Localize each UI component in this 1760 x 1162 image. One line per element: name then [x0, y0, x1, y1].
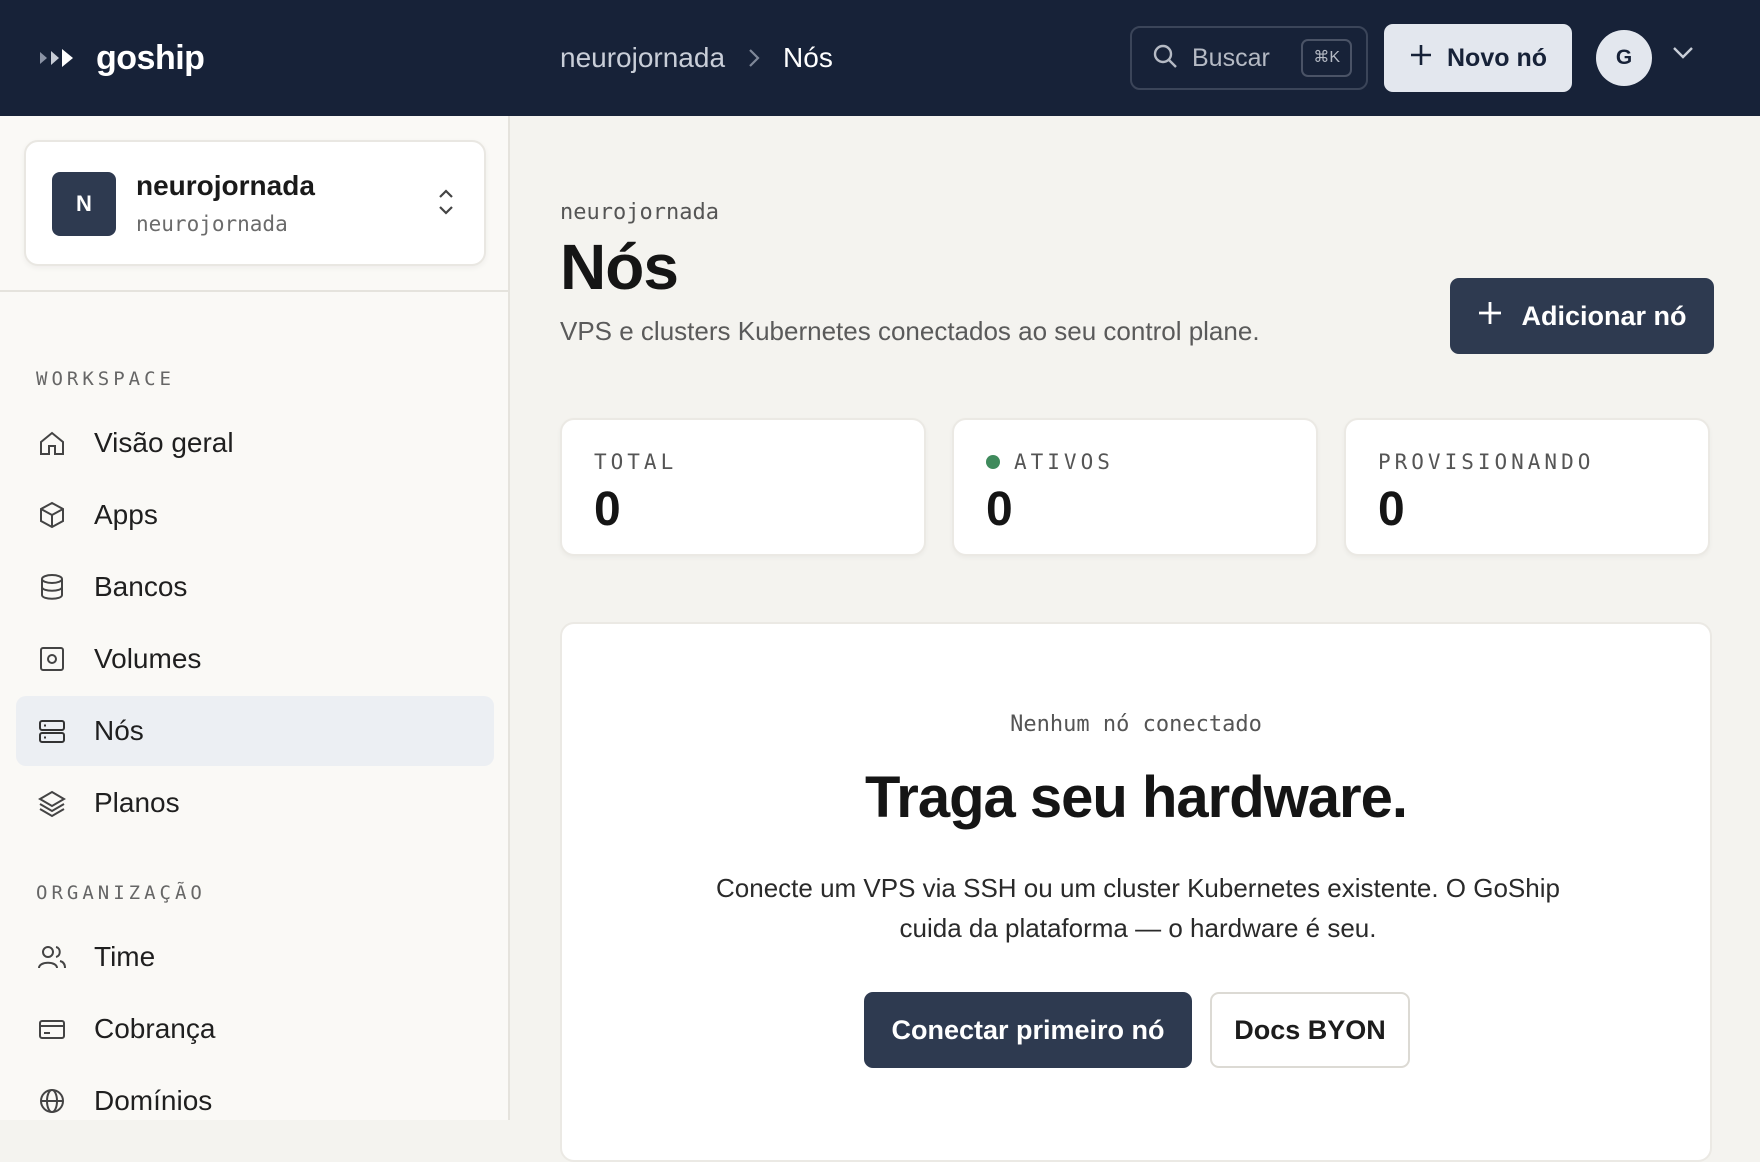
plus-icon	[1409, 43, 1433, 74]
empty-state-title: Traga seu hardware.	[865, 765, 1408, 830]
chevron-right-icon	[747, 47, 761, 69]
layers-icon	[36, 787, 68, 819]
stat-label: ATIVOS	[986, 450, 1114, 474]
add-node-button[interactable]: Adicionar nó	[1450, 278, 1714, 354]
sidebar-item-visao-geral[interactable]: Visão geral	[16, 408, 494, 478]
sidebar-item-dominios[interactable]: Domínios	[16, 1066, 494, 1136]
sidebar-item-planos[interactable]: Planos	[16, 768, 494, 838]
main-content: neurojornada Nós VPS e clusters Kubernet…	[512, 116, 1760, 1162]
stat-value: 0	[1378, 483, 1405, 536]
page-kicker: neurojornada	[560, 200, 719, 225]
search-button[interactable]: Buscar ⌘K	[1130, 26, 1368, 90]
connect-first-node-button[interactable]: Conectar primeiro nó	[864, 992, 1192, 1068]
plus-icon	[1477, 300, 1503, 333]
page-description: VPS e clusters Kubernetes conectados ao …	[560, 316, 1260, 346]
empty-state-card: Nenhum nó conectado Traga seu hardware. …	[560, 622, 1712, 1162]
sidebar-item-label: Visão geral	[94, 427, 234, 458]
breadcrumb-current: Nós	[783, 42, 833, 73]
sidebar-item-label: Bancos	[94, 571, 188, 602]
sidebar-item-time[interactable]: Time	[16, 922, 494, 992]
credit-card-icon	[36, 1013, 68, 1045]
search-icon	[1152, 43, 1178, 74]
new-node-button[interactable]: Novo nó	[1384, 24, 1572, 92]
sidebar-item-bancos[interactable]: Bancos	[16, 552, 494, 622]
sidebar-item-apps[interactable]: Apps	[16, 480, 494, 550]
disk-icon	[36, 643, 68, 675]
database-icon	[36, 571, 68, 603]
brand-logo[interactable]: goship	[38, 0, 205, 116]
stat-value: 0	[986, 483, 1013, 536]
add-node-label: Adicionar nó	[1521, 300, 1687, 331]
workspace-slug: neurojornada	[136, 212, 288, 236]
stat-card-provisionando: PROVISIONANDO 0	[1344, 418, 1710, 556]
user-avatar[interactable]: G	[1596, 30, 1652, 86]
sidebar-item-label: Domínios	[94, 1085, 213, 1116]
sidebar-item-label: Planos	[94, 787, 180, 818]
stat-card-ativos: ATIVOS 0	[952, 418, 1318, 556]
workspace-name: neurojornada	[136, 170, 315, 201]
sidebar-item-label: Cobrança	[94, 1013, 216, 1044]
sidebar-item-cobranca[interactable]: Cobrança	[16, 994, 494, 1064]
empty-state-description: Conecte um VPS via SSH ou um cluster Kub…	[716, 873, 1560, 943]
section-label-organizacao: ORGANIZAÇÃO	[36, 882, 206, 904]
sidebar-divider	[0, 290, 510, 292]
globe-icon	[36, 1085, 68, 1117]
shortcut-badge: ⌘K	[1301, 39, 1352, 77]
stat-card-total: TOTAL 0	[560, 418, 926, 556]
status-dot-icon	[986, 455, 1000, 469]
workspace-avatar: N	[52, 172, 116, 236]
workspace-switcher[interactable]: N neurojornada neurojornada	[24, 140, 486, 266]
sidebar-item-label: Nós	[94, 715, 144, 746]
new-node-label: Novo nó	[1447, 43, 1547, 72]
goship-logo-icon	[38, 46, 78, 70]
sidebar-item-nos[interactable]: Nós	[16, 696, 494, 766]
breadcrumb: neurojornada Nós	[560, 0, 833, 116]
stat-label: PROVISIONANDO	[1378, 450, 1595, 474]
brand-name: goship	[96, 38, 205, 77]
chevron-up-down-icon	[436, 182, 456, 227]
docs-byon-button[interactable]: Docs BYON	[1210, 992, 1410, 1068]
users-icon	[36, 941, 68, 973]
search-label: Buscar	[1192, 43, 1270, 72]
page-title: Nós	[560, 231, 679, 303]
breadcrumb-workspace[interactable]: neurojornada	[560, 42, 725, 74]
box-icon	[36, 499, 68, 531]
server-icon	[36, 715, 68, 747]
top-bar: goship neurojornada Nós Buscar ⌘K Novo n…	[0, 0, 1760, 116]
sidebar-item-label: Apps	[94, 499, 158, 530]
sidebar: N neurojornada neurojornada WORKSPACE Vi…	[0, 116, 510, 1120]
chevron-down-icon[interactable]	[1672, 46, 1694, 65]
sidebar-item-volumes[interactable]: Volumes	[16, 624, 494, 694]
stat-label: TOTAL	[594, 450, 678, 474]
sidebar-item-label: Time	[94, 941, 156, 972]
sidebar-item-label: Volumes	[94, 643, 202, 674]
section-label-workspace: WORKSPACE	[36, 368, 175, 390]
home-icon	[36, 427, 68, 459]
stat-value: 0	[594, 483, 621, 536]
empty-state-kicker: Nenhum nó conectado	[1010, 712, 1262, 737]
